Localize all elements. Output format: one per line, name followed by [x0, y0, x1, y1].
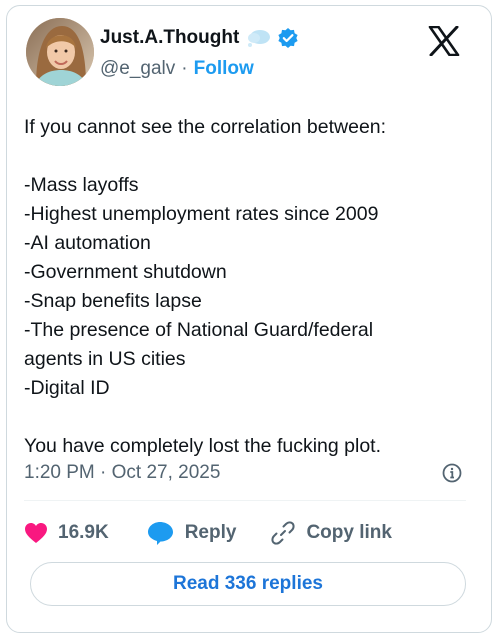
tweet-line: -Snap benefits lapse — [24, 290, 202, 312]
author-handle-row: @e_galv · Follow — [100, 58, 254, 80]
tweet-line: -Digital ID — [24, 377, 110, 399]
likes-count: 16.9K — [58, 522, 109, 543]
divider — [24, 500, 466, 501]
verified-badge-icon — [278, 28, 298, 48]
tweet-timestamp[interactable]: 1:20 PM · Oct 27, 2025 — [24, 462, 220, 484]
author-handle[interactable]: @e_galv — [100, 58, 175, 80]
avatar[interactable] — [26, 18, 94, 86]
separator-dot: · — [181, 58, 188, 79]
thought-bubble-icon — [248, 30, 271, 47]
tweet-line: -The presence of National Guard/federal — [24, 319, 374, 341]
avatar-photo — [26, 18, 94, 86]
tweet-meta-row: 1:20 PM · Oct 27, 2025 — [24, 458, 464, 488]
tweet-line: -Highest unemployment rates since 2009 — [24, 203, 379, 225]
like-button[interactable]: 16.9K — [24, 522, 109, 544]
tweet-line: -Mass layoffs — [24, 174, 139, 196]
heart-icon — [25, 523, 47, 543]
tweet-line: If you cannot see the correlation betwee… — [24, 116, 387, 138]
tweet-line: You have completely lost the fucking plo… — [24, 435, 381, 457]
copy-link-button[interactable]: Copy link — [270, 520, 392, 546]
reply-button[interactable]: Reply — [147, 520, 237, 546]
follow-button[interactable]: Follow — [194, 58, 254, 80]
reply-label: Reply — [184, 522, 237, 543]
info-icon[interactable] — [442, 463, 462, 483]
copy-link-label: Copy link — [306, 522, 392, 543]
actions-row: 16.9K Reply Copy link — [24, 513, 392, 553]
tweet-line: -Government shutdown — [24, 261, 227, 283]
reply-bubble-icon — [147, 522, 173, 545]
tweet-line: agents in US cities — [24, 348, 186, 370]
link-icon — [271, 521, 296, 545]
tweet-text: If you cannot see the correlation betwee… — [24, 113, 464, 461]
tweet-line: -AI automation — [24, 232, 151, 254]
author-name-row: Just.A.Thought — [100, 24, 299, 52]
author-display-name[interactable]: Just.A.Thought — [100, 27, 239, 49]
read-replies-button[interactable]: Read 336 replies — [30, 562, 466, 606]
x-logo-icon[interactable] — [428, 26, 460, 56]
